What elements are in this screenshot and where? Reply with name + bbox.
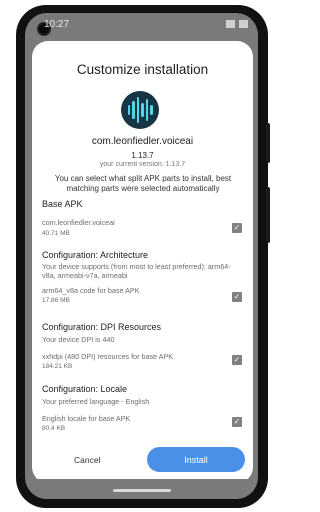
dialog-description: You can select what split APK parts to i… bbox=[54, 174, 232, 193]
app-waveform-icon bbox=[121, 91, 159, 129]
item-size-base-apk: 40.71 MB bbox=[42, 230, 70, 237]
item-size-dpi: 184.21 KB bbox=[42, 363, 73, 370]
checkbox-architecture[interactable]: ✓ bbox=[232, 292, 242, 302]
checkbox-locale[interactable]: ✓ bbox=[232, 417, 242, 427]
section-subtitle-architecture: Your device supports (from most to least… bbox=[42, 262, 231, 280]
screen: 10:27 Customize installation com.leonfie… bbox=[25, 13, 258, 499]
section-title-architecture: Configuration: Architecture bbox=[42, 250, 149, 260]
checkbox-dpi[interactable]: ✓ bbox=[232, 355, 242, 365]
item-label-dpi: xxhdpi (480 DPI) resources for base APK bbox=[42, 352, 174, 361]
gesture-handle[interactable] bbox=[113, 489, 171, 492]
install-button[interactable]: Install bbox=[147, 447, 245, 472]
item-label-base-apk: com.leonfiedler.voiceai bbox=[42, 218, 115, 227]
item-size-locale: 80.4 KB bbox=[42, 425, 66, 432]
status-icons bbox=[226, 20, 248, 28]
customize-installation-dialog: Customize installation com.leonfiedler.v… bbox=[32, 41, 253, 483]
item-label-architecture: arm64_v8a code for base APK bbox=[42, 286, 140, 295]
volume-button bbox=[266, 187, 270, 243]
section-title-dpi: Configuration: DPI Resources bbox=[42, 322, 162, 332]
battery-icon bbox=[239, 20, 248, 28]
navigation-bar bbox=[25, 479, 258, 499]
version: 1.13.7 bbox=[131, 151, 154, 160]
current-version: your current version: 1.13.7 bbox=[99, 161, 186, 168]
dialog-title: Customize installation bbox=[76, 62, 209, 77]
section-subtitle-locale: Your preferred language - English bbox=[42, 397, 150, 406]
section-subtitle-dpi: Your device DPI is 440 bbox=[42, 335, 115, 344]
item-label-locale: English locale for base APK bbox=[42, 414, 131, 423]
cancel-button[interactable]: Cancel bbox=[74, 455, 100, 465]
item-size-architecture: 17.86 MB bbox=[42, 297, 70, 304]
wifi-icon bbox=[226, 20, 235, 28]
section-title-base-apk: Base APK bbox=[42, 199, 83, 209]
checkbox-base-apk[interactable]: ✓ bbox=[232, 223, 242, 233]
package-name: com.leonfiedler.voiceai bbox=[91, 136, 194, 147]
status-bar: 10:27 bbox=[25, 13, 258, 36]
power-button bbox=[266, 123, 270, 163]
status-time: 10:27 bbox=[44, 19, 70, 30]
section-title-locale: Configuration: Locale bbox=[42, 384, 128, 394]
